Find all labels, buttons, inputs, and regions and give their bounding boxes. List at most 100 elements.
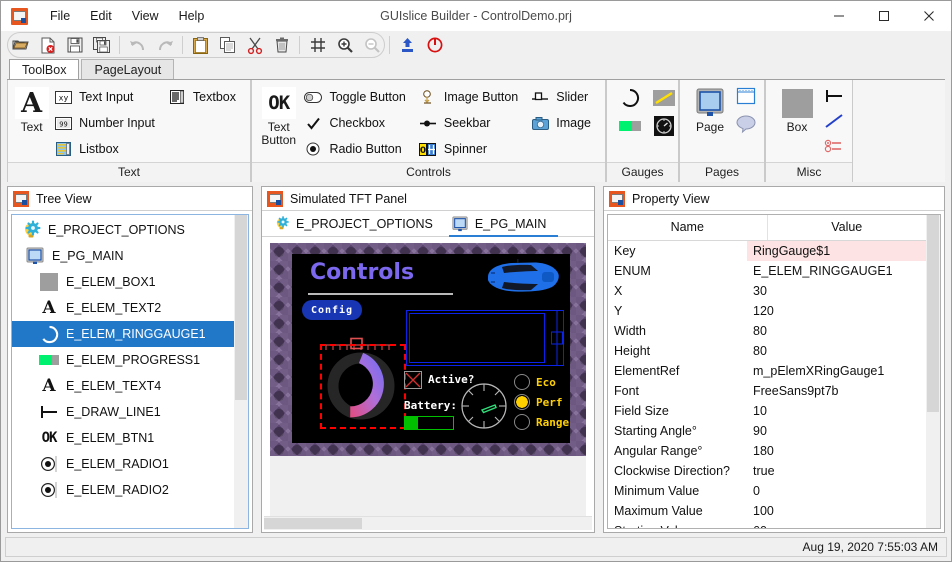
menu-edit[interactable]: Edit: [80, 5, 122, 27]
tree-item-ringgauge1[interactable]: E_ELEM_RINGGAUGE1: [12, 321, 234, 347]
base-page-icon[interactable]: [734, 86, 758, 106]
checkbox-button[interactable]: Checkbox: [299, 110, 413, 136]
table-row[interactable]: Width80: [608, 321, 926, 341]
radio-option-eco[interactable]: Eco: [514, 372, 570, 392]
tft-tab-pg-main[interactable]: E_PG_MAIN: [447, 211, 561, 237]
ring-gauge-icon[interactable]: [618, 88, 642, 108]
scrollbar-thumb[interactable]: [264, 518, 362, 529]
scrollbar-thumb[interactable]: [927, 215, 939, 412]
table-row[interactable]: ENUME_ELEM_RINGGAUGE1: [608, 261, 926, 281]
image-button-button[interactable]: Image Button: [414, 84, 526, 110]
property-value[interactable]: 80: [747, 341, 926, 361]
undo-icon[interactable]: [125, 33, 150, 57]
property-value[interactable]: 80: [747, 321, 926, 341]
radial-gauge-widget[interactable]: [460, 382, 508, 433]
property-value[interactable]: 90: [747, 421, 926, 441]
close-button[interactable]: [906, 1, 951, 31]
open-icon[interactable]: [8, 33, 33, 57]
tree-list[interactable]: E_PROJECT_OPTIONS E_PG_MAIN E_ELEM_BOX1 …: [12, 215, 234, 528]
redo-icon[interactable]: [152, 33, 177, 57]
number-input-button[interactable]: 99 Number Input: [49, 110, 163, 136]
property-value[interactable]: 100: [747, 501, 926, 521]
table-row[interactable]: Maximum Value100: [608, 501, 926, 521]
text-input-button[interactable]: xy Text Input: [49, 84, 163, 110]
radio-group-widget[interactable]: Eco Perf Range: [514, 372, 570, 434]
radio-button-button[interactable]: Radio Button: [299, 136, 413, 162]
text-tool-button[interactable]: A Text: [14, 84, 49, 134]
tree-item-project-options[interactable]: E_PROJECT_OPTIONS: [12, 217, 234, 243]
property-value[interactable]: 180: [747, 441, 926, 461]
table-row[interactable]: X30: [608, 281, 926, 301]
page-tool-button[interactable]: Page: [686, 84, 734, 134]
table-row[interactable]: Clockwise Direction?true: [608, 461, 926, 481]
table-row[interactable]: ElementRefm_pElemXRingGauge1: [608, 361, 926, 381]
radio-option-range[interactable]: Range: [514, 412, 570, 432]
delete-icon[interactable]: [269, 33, 294, 57]
slider-button[interactable]: Slider: [526, 84, 599, 110]
textbox-button[interactable]: Textbox: [163, 84, 244, 110]
tab-toolbox[interactable]: ToolBox: [9, 59, 79, 79]
menu-view[interactable]: View: [122, 5, 169, 27]
radio-group-icon[interactable]: [822, 136, 846, 156]
table-row[interactable]: Y120: [608, 301, 926, 321]
seekbar-button[interactable]: Seekbar: [414, 110, 526, 136]
property-value[interactable]: 120: [747, 301, 926, 321]
ramp-gauge-icon[interactable]: [652, 88, 676, 108]
exit-icon[interactable]: [422, 33, 447, 57]
listbox-button[interactable]: Listbox: [49, 136, 163, 162]
tft-screen[interactable]: Controls: [292, 254, 570, 443]
grid-icon[interactable]: [305, 33, 330, 57]
toggle-button-button[interactable]: Toggle Button: [299, 84, 413, 110]
tree-item-box1[interactable]: E_ELEM_BOX1: [12, 269, 234, 295]
draw-line-icon[interactable]: [822, 86, 846, 106]
tree-item-draw-line1[interactable]: E_DRAW_LINE1: [12, 399, 234, 425]
ring-gauge-widget[interactable]: [324, 349, 398, 423]
tft-tab-project-options[interactable]: E_PROJECT_OPTIONS: [268, 211, 447, 237]
tree-vertical-scrollbar[interactable]: [234, 215, 248, 528]
maximize-button[interactable]: [861, 1, 906, 31]
property-value[interactable]: 30: [747, 281, 926, 301]
cut-icon[interactable]: [242, 33, 267, 57]
zoom-in-icon[interactable]: [332, 33, 357, 57]
property-value[interactable]: true: [747, 461, 926, 481]
table-row[interactable]: Starting Angle°90: [608, 421, 926, 441]
minimize-button[interactable]: [816, 1, 861, 31]
text-button-tool-button[interactable]: OK Text Button: [258, 84, 299, 147]
scrollbar-thumb[interactable]: [235, 215, 247, 400]
property-value[interactable]: RingGauge$1: [747, 241, 926, 261]
tab-pagelayout[interactable]: PageLayout: [81, 59, 174, 79]
box-tool-button[interactable]: Box: [772, 84, 822, 134]
diagonal-line-icon[interactable]: [822, 111, 846, 131]
property-value[interactable]: 10: [747, 401, 926, 421]
export-icon[interactable]: [395, 33, 420, 57]
progress-widget[interactable]: [404, 416, 454, 430]
save-as-icon[interactable]: [89, 33, 114, 57]
menu-file[interactable]: File: [40, 5, 80, 27]
property-value[interactable]: 0: [747, 481, 926, 501]
zoom-out-icon[interactable]: [359, 33, 384, 57]
property-value[interactable]: E_ELEM_RINGGAUGE1: [747, 261, 926, 281]
table-row[interactable]: Height80: [608, 341, 926, 361]
radio-option-perf[interactable]: Perf: [514, 392, 570, 412]
menu-help[interactable]: Help: [169, 5, 215, 27]
checkbox-widget[interactable]: [404, 371, 422, 389]
table-row[interactable]: Minimum Value0: [608, 481, 926, 501]
table-row[interactable]: KeyRingGauge$1: [608, 241, 926, 261]
property-value[interactable]: FreeSans9pt7b: [747, 381, 926, 401]
table-row[interactable]: FontFreeSans9pt7b: [608, 381, 926, 401]
progress-bar-icon[interactable]: [618, 116, 642, 136]
copy-icon[interactable]: [215, 33, 240, 57]
property-vertical-scrollbar[interactable]: [926, 215, 940, 528]
tree-item-progress1[interactable]: E_ELEM_PROGRESS1: [12, 347, 234, 373]
tree-item-text2[interactable]: A E_ELEM_TEXT2: [12, 295, 234, 321]
radial-gauge-icon[interactable]: [652, 116, 676, 136]
save-icon[interactable]: [62, 33, 87, 57]
property-value[interactable]: m_pElemXRingGauge1: [747, 361, 926, 381]
property-value[interactable]: 60: [747, 521, 926, 528]
config-button[interactable]: Config: [302, 300, 362, 320]
table-row[interactable]: Field Size10: [608, 401, 926, 421]
paste-icon[interactable]: [188, 33, 213, 57]
popup-page-icon[interactable]: [734, 114, 758, 134]
tft-canvas[interactable]: Controls: [270, 243, 586, 456]
tree-item-radio1[interactable]: E_ELEM_RADIO1: [12, 451, 234, 477]
